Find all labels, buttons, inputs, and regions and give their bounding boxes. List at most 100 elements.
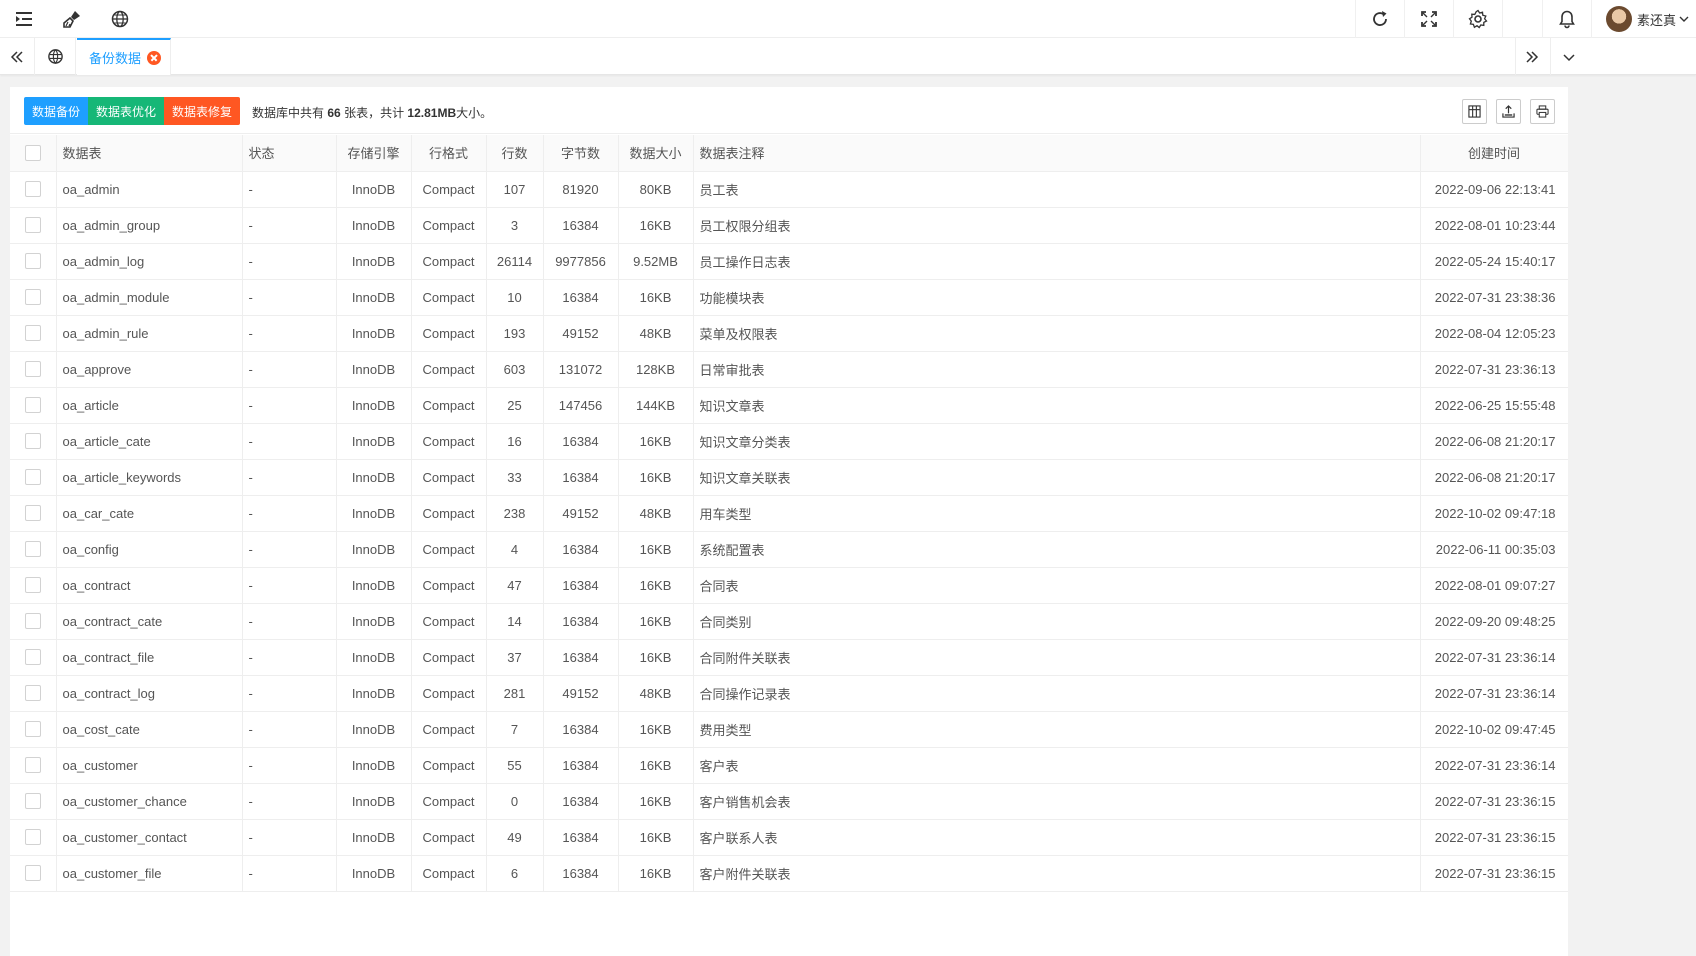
row-select-cell[interactable]	[10, 459, 57, 496]
header-cell[interactable]: 状态	[242, 135, 337, 172]
settings-button[interactable]	[1452, 0, 1502, 38]
row-select-cell[interactable]	[10, 747, 57, 784]
row-checkbox[interactable]	[24, 217, 41, 234]
table-row[interactable]: oa_customer_chance - InnoDB Compact 0 16384 16…	[10, 783, 1568, 820]
row-select-cell[interactable]	[10, 351, 57, 388]
row-count-cell: 603	[486, 351, 544, 388]
header-cell[interactable]: 数据大小	[618, 135, 694, 172]
table-row[interactable]: oa_cost_cate - InnoDB Compact 7 16384 16KB 费用类型…	[10, 711, 1568, 748]
table-row[interactable]: oa_contract - InnoDB Compact 47 16384 16KB 合同表 2…	[10, 567, 1568, 604]
row-select-cell[interactable]	[10, 711, 57, 748]
row-select-cell[interactable]	[10, 423, 57, 460]
row-checkbox[interactable]	[24, 541, 41, 558]
row-checkbox[interactable]	[24, 829, 41, 846]
optimize-button[interactable]: 数据表优化	[88, 97, 164, 125]
header-cell[interactable]: 行格式	[411, 135, 487, 172]
row-select-cell[interactable]	[10, 531, 57, 568]
header-cell[interactable]: 数据表注释	[693, 135, 1421, 172]
export-button[interactable]	[1496, 99, 1521, 124]
row-checkbox[interactable]	[24, 289, 41, 306]
row-select-cell[interactable]	[10, 783, 57, 820]
data-tables-table: 数据表 状态 存储引擎 行格式 行数 字节数 数据大小 数据表注释 创建时间 o…	[10, 135, 1568, 892]
header-cell[interactable]: 创建时间	[1420, 135, 1568, 172]
clear-cache-button[interactable]	[48, 0, 96, 38]
row-select-cell[interactable]	[10, 819, 57, 856]
row-checkbox[interactable]	[24, 433, 41, 450]
row-select-cell[interactable]	[10, 315, 57, 352]
row-checkbox[interactable]	[24, 649, 41, 666]
row-checkbox[interactable]	[24, 793, 41, 810]
row-checkbox[interactable]	[24, 613, 41, 630]
row-count-cell: 0	[486, 783, 544, 820]
table-row[interactable]: oa_article_keywords - InnoDB Compact 33 16384…	[10, 459, 1568, 496]
table-row[interactable]: oa_article - InnoDB Compact 25 147456 144KB 知识文…	[10, 387, 1568, 424]
header-cell[interactable]: 字节数	[543, 135, 619, 172]
backup-button[interactable]: 数据备份	[24, 97, 88, 125]
select-all-cell[interactable]	[10, 135, 57, 172]
row-checkbox[interactable]	[24, 685, 41, 702]
row-checkbox[interactable]	[24, 181, 41, 198]
row-select-cell[interactable]	[10, 387, 57, 424]
menu-toggle-button[interactable]	[0, 0, 48, 38]
row-checkbox[interactable]	[24, 361, 41, 378]
tab-home[interactable]	[34, 38, 76, 75]
table-row[interactable]: oa_article_cate - InnoDB Compact 16 16384 16KB…	[10, 423, 1568, 460]
row-select-cell[interactable]	[10, 171, 57, 208]
tab-backup-data[interactable]: 备份数据	[77, 38, 171, 75]
row-format-cell: Compact	[411, 171, 487, 208]
refresh-button[interactable]	[1354, 0, 1404, 38]
row-select-cell[interactable]	[10, 495, 57, 532]
table-row[interactable]: oa_customer - InnoDB Compact 55 16384 16KB 客户表 2…	[10, 747, 1568, 784]
fullscreen-button[interactable]	[1403, 0, 1453, 38]
row-select-cell[interactable]	[10, 279, 57, 316]
table-row[interactable]: oa_admin_log - InnoDB Compact 26114 9977856 9.…	[10, 243, 1568, 280]
row-select-cell[interactable]	[10, 675, 57, 712]
tab-scroll-left-button[interactable]	[0, 38, 33, 75]
table-row[interactable]: oa_customer_contact - InnoDB Compact 49 16384…	[10, 819, 1568, 856]
status-cell: -	[242, 315, 337, 352]
tab-options-button[interactable]	[1550, 38, 1696, 75]
created-time-cell: 2022-07-31 23:36:14	[1420, 639, 1568, 676]
row-checkbox[interactable]	[24, 253, 41, 270]
table-row[interactable]: oa_approve - InnoDB Compact 603 131072 128KB 日常…	[10, 351, 1568, 388]
row-select-cell[interactable]	[10, 639, 57, 676]
row-format-cell: Compact	[411, 279, 487, 316]
row-select-cell[interactable]	[10, 855, 57, 892]
site-home-button[interactable]	[96, 0, 144, 38]
header-cell[interactable]: 存储引擎	[336, 135, 412, 172]
user-menu[interactable]: 素还真	[1590, 0, 1696, 38]
row-checkbox[interactable]	[24, 505, 41, 522]
table-row[interactable]: oa_contract_file - InnoDB Compact 37 16384 16K…	[10, 639, 1568, 676]
table-row[interactable]: oa_contract_cate - InnoDB Compact 14 16384 16K…	[10, 603, 1568, 640]
table-row[interactable]: oa_car_cate - InnoDB Compact 238 49152 48KB 用车类…	[10, 495, 1568, 532]
table-row[interactable]: oa_contract_log - InnoDB Compact 281 49152 48K…	[10, 675, 1568, 712]
select-all-checkbox[interactable]	[24, 145, 41, 162]
column-filter-button[interactable]	[1462, 99, 1487, 124]
table-row[interactable]: oa_admin_module - InnoDB Compact 10 16384 16KB…	[10, 279, 1568, 316]
row-select-cell[interactable]	[10, 207, 57, 244]
row-checkbox[interactable]	[24, 757, 41, 774]
table-row[interactable]: oa_customer_file - InnoDB Compact 6 16384 16KB…	[10, 855, 1568, 892]
row-select-cell[interactable]	[10, 243, 57, 280]
header-cell[interactable]: 行数	[486, 135, 544, 172]
print-button[interactable]	[1530, 99, 1555, 124]
table-row[interactable]: oa_config - InnoDB Compact 4 16384 16KB 系统配置表 20…	[10, 531, 1568, 568]
row-checkbox[interactable]	[24, 865, 41, 882]
table-row[interactable]: oa_admin_rule - InnoDB Compact 193 49152 48KB 菜…	[10, 315, 1568, 352]
table-row[interactable]: oa_admin_group - InnoDB Compact 3 16384 16KB 员工…	[10, 207, 1568, 244]
row-checkbox[interactable]	[24, 325, 41, 342]
tab-scroll-right-button[interactable]	[1515, 38, 1548, 75]
row-count-cell: 25	[486, 387, 544, 424]
row-checkbox[interactable]	[24, 469, 41, 486]
comment-cell: 菜单及权限表	[693, 315, 1421, 352]
close-icon[interactable]	[147, 50, 162, 65]
header-cell[interactable]: 数据表	[56, 135, 243, 172]
notification-button[interactable]	[1541, 0, 1591, 38]
repair-button[interactable]: 数据表修复	[164, 97, 240, 125]
row-select-cell[interactable]	[10, 567, 57, 604]
row-checkbox[interactable]	[24, 397, 41, 414]
row-checkbox[interactable]	[24, 721, 41, 738]
table-row[interactable]: oa_admin - InnoDB Compact 107 81920 80KB 员工表 202…	[10, 171, 1568, 208]
row-select-cell[interactable]	[10, 603, 57, 640]
row-checkbox[interactable]	[24, 577, 41, 594]
